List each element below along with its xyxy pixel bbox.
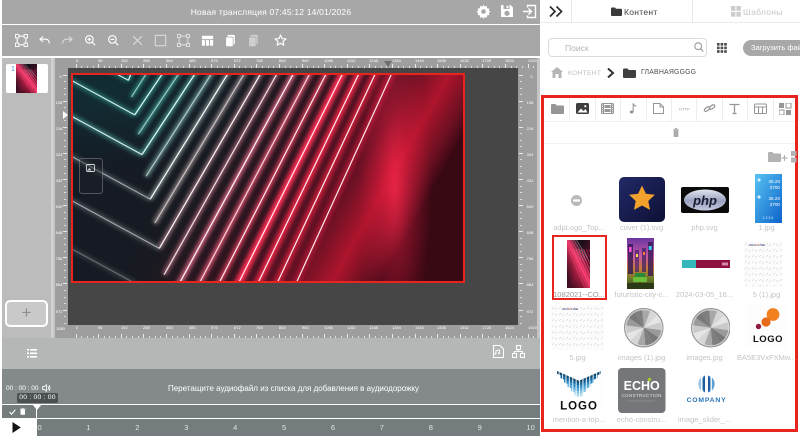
svg-text:COMPANY: COMPANY	[686, 397, 726, 404]
svg-text:CONSTRUCTION: CONSTRUCTION	[622, 393, 662, 398]
svg-text:LOGO: LOGO	[753, 334, 783, 345]
svg-text:3700: 3700	[770, 202, 781, 207]
svg-text:3700: 3700	[770, 185, 781, 190]
svg-text:ECHO: ECHO	[624, 379, 660, 393]
svg-text:VALVOLINE: VALVOLINE	[749, 243, 765, 247]
svg-text:HTTP: HTTP	[679, 107, 690, 112]
svg-text:35.20: 35.20	[769, 179, 781, 184]
svg-text:36.20: 36.20	[769, 196, 781, 201]
svg-text:VALVOLINE: VALVOLINE	[562, 307, 578, 311]
svg-text:1 2 3 4: 1 2 3 4	[763, 216, 773, 220]
svg-text:php: php	[692, 193, 717, 208]
svg-text:LOGO: LOGO	[560, 401, 598, 413]
